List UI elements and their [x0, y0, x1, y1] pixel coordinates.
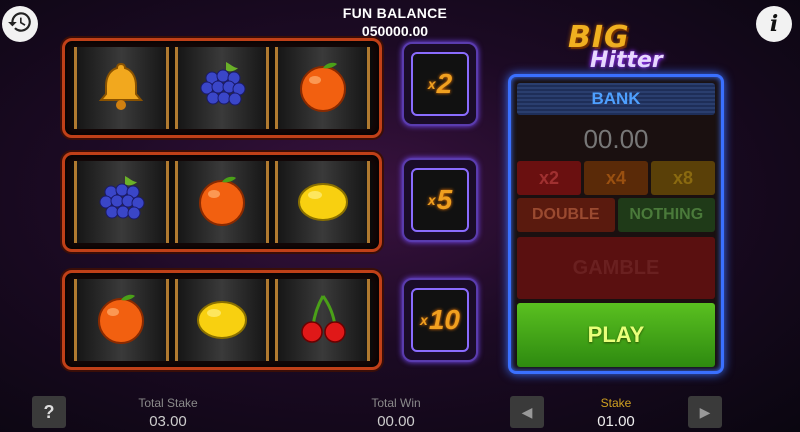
cherries-icon [293, 288, 353, 353]
chevron-left-icon: ◀ [521, 403, 533, 420]
reel-cell [275, 47, 371, 129]
stake-increase-button[interactable]: ▶ [688, 396, 722, 428]
stake-label: Stake [600, 396, 632, 410]
reel-cell [174, 279, 270, 361]
lemon-icon [293, 170, 353, 235]
total-stake: Total Stake 03.00 [108, 396, 228, 430]
orange-icon [91, 288, 151, 353]
reel-cell [74, 47, 169, 129]
grapes-icon [91, 170, 151, 235]
reel-cell [174, 161, 270, 243]
multiplier-2: x5 [402, 158, 478, 242]
history-icon [7, 9, 33, 40]
stake: Stake 01.00 [556, 396, 676, 430]
info-icon: i [769, 11, 779, 37]
reel-cell [74, 161, 169, 243]
stake-value: 01.00 [597, 413, 635, 430]
total-win: Total Win 00.00 [336, 396, 456, 430]
reel-cell [174, 47, 270, 129]
reel-row-2 [62, 152, 382, 252]
bank-label: BANK [517, 83, 715, 115]
grapes-icon [192, 56, 252, 121]
chevron-right-icon: ▶ [699, 403, 711, 420]
stake-decrease-button[interactable]: ◀ [510, 396, 544, 428]
bank-value: 00.00 [583, 124, 649, 154]
nothing-button[interactable]: NOTHING [617, 198, 715, 232]
total-win-label: Total Win [371, 396, 421, 410]
double-button[interactable]: DOUBLE [517, 198, 615, 232]
x8-button[interactable]: x8 [651, 161, 715, 195]
balance-value: 050000.00 [361, 23, 429, 39]
total-win-value: 00.00 [377, 413, 415, 430]
orange-icon [192, 170, 252, 235]
x4-button[interactable]: x4 [584, 161, 648, 195]
balance-label: FUN BALANCE [342, 5, 448, 21]
reel-cell [275, 279, 371, 361]
reel-cell [275, 161, 371, 243]
logo-hitter: Hitter [590, 48, 663, 73]
multiplier-1: x2 [402, 42, 478, 126]
multiplier-3: x 10 [402, 278, 478, 362]
reel-row-1 [62, 38, 382, 138]
bank-panel: BANK 00.00 x2 x4 x8 DOUBLE NOTHING GAMBL… [508, 74, 724, 374]
total-stake-label: Total Stake [138, 396, 198, 410]
game-logo: BIG Hitter [560, 20, 680, 80]
lemon-icon [192, 288, 252, 353]
multiplier-value: 5 [436, 184, 453, 215]
balance-display: FUN BALANCE 050000.00 [330, 5, 460, 39]
multiplier-value: 2 [436, 68, 453, 99]
gamble-button[interactable]: GAMBLE [517, 237, 715, 299]
help-button[interactable]: ? [32, 396, 66, 428]
info-button[interactable]: i [756, 6, 792, 42]
reel-cell [74, 279, 169, 361]
multiplier-value: 10 [428, 304, 460, 335]
bell-icon [91, 56, 151, 121]
history-button[interactable] [2, 6, 38, 42]
total-stake-value: 03.00 [149, 413, 187, 430]
play-button[interactable]: PLAY [517, 303, 715, 367]
x2-button[interactable]: x2 [517, 161, 581, 195]
orange-icon [293, 56, 353, 121]
reel-row-3 [62, 270, 382, 370]
